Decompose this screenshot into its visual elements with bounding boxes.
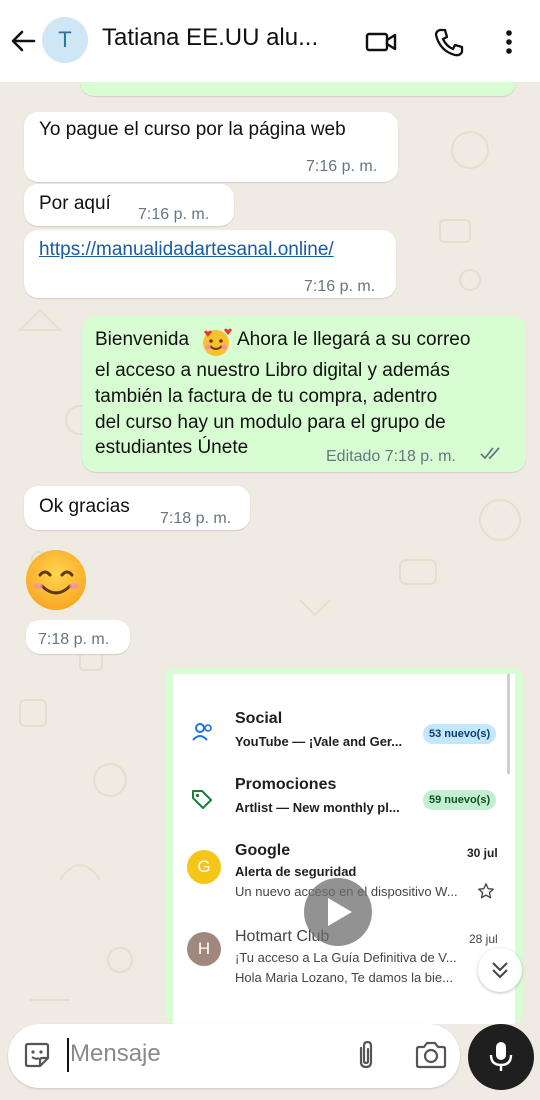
inbox-row-title: Google (235, 842, 291, 859)
text-caret (67, 1038, 69, 1072)
more-vert-icon[interactable] (492, 26, 526, 58)
chat-header: T Tatiana EE.UU alu... (0, 0, 540, 82)
message-time: 7:16 p. m. (138, 206, 210, 223)
sender-avatar: H (187, 932, 221, 966)
incoming-message[interactable]: Ok gracias 7:18 p. m. (24, 486, 250, 530)
play-icon (328, 898, 352, 926)
message-text-line: Ahora le llegará a su correo (237, 329, 471, 350)
thumbnail-scrollbar (507, 674, 510, 774)
scroll-to-bottom-button[interactable] (478, 948, 522, 992)
mic-button[interactable] (468, 1024, 534, 1090)
message-time: 7:16 p. m. (304, 278, 376, 295)
outgoing-message[interactable]: Bienvenida Ahora le llegará a su correo … (82, 316, 526, 472)
message-text: Yo pague el curso por la página web (39, 119, 346, 140)
inbox-row-title: Social (235, 710, 283, 727)
back-arrow-icon[interactable] (8, 26, 38, 56)
message-link[interactable]: https://manualidadartesanal.online/ (39, 237, 334, 263)
new-count-badge: 53 nuevo(s) (423, 724, 497, 744)
message-text-line: el acceso a nuestro Libro digital y adem… (95, 360, 450, 381)
emoji-time-pill: 7:18 p. m. (26, 620, 130, 654)
mic-icon (489, 1042, 513, 1071)
sticker-icon[interactable] (22, 1040, 52, 1070)
message-text: Ok gracias (39, 496, 130, 517)
message-text: Por aquí (39, 193, 111, 214)
inbox-row-date: 28 jul (469, 932, 498, 946)
play-button[interactable] (304, 878, 372, 946)
camera-icon[interactable] (414, 1040, 448, 1070)
people-icon (192, 723, 212, 741)
smiling-face-icon[interactable] (24, 548, 88, 612)
message-text-line: también la factura de tu compra, adentro (95, 386, 438, 407)
inbox-row-preview: Hola Maria Lozano, Te damos la bie... (235, 970, 453, 985)
contact-avatar[interactable]: T (42, 17, 88, 63)
contact-name[interactable]: Tatiana EE.UU alu... (102, 24, 334, 52)
attach-icon[interactable] (352, 1038, 380, 1072)
inbox-row-subtitle: Artlist — New monthly pl... (235, 800, 400, 815)
inbox-row-date: 30 jul (467, 846, 498, 860)
new-count-badge: 59 nuevo(s) (423, 790, 497, 810)
double-check-icon (480, 447, 500, 460)
tag-icon (192, 790, 212, 809)
double-chevron-down-icon (492, 962, 508, 979)
incoming-message[interactable]: https://manualidadartesanal.online/ 7:16… (24, 230, 396, 298)
message-time: 7:18 p. m. (160, 510, 232, 527)
message-text-line: estudiantes Únete (95, 437, 249, 458)
video-thumbnail: Social YouTube — ¡Vale and Ger... 53 nue… (173, 674, 515, 1024)
message-time: 7:18 p. m. (38, 631, 110, 648)
message-status: Editado 7:18 p. m. (326, 448, 456, 465)
inbox-row-title: Promociones (235, 776, 337, 793)
video-message[interactable]: Social YouTube — ¡Vale and Ger... 53 nue… (165, 668, 523, 1024)
message-text-line: Bienvenida (95, 329, 190, 350)
message-time: 7:16 p. m. (306, 158, 378, 175)
phone-icon[interactable] (432, 26, 466, 58)
inbox-row-subtitle: Alerta de seguridad (235, 864, 357, 879)
inbox-row-subtitle: ¡Tu acceso a La Guía Definitiva de V... (235, 950, 457, 965)
video-call-icon[interactable] (364, 26, 398, 58)
incoming-message[interactable]: Por aquí 7:16 p. m. (24, 184, 234, 226)
smiling-face-with-hearts-icon (203, 328, 232, 356)
message-input[interactable]: Mensaje (70, 1040, 161, 1068)
incoming-message[interactable]: Yo pague el curso por la página web 7:16… (24, 112, 398, 182)
message-text-line: del curso hay un modulo para el grupo de (95, 412, 446, 433)
star-icon (478, 883, 494, 899)
inbox-row-subtitle: YouTube — ¡Vale and Ger... (235, 734, 403, 749)
sender-avatar: G (187, 850, 221, 884)
